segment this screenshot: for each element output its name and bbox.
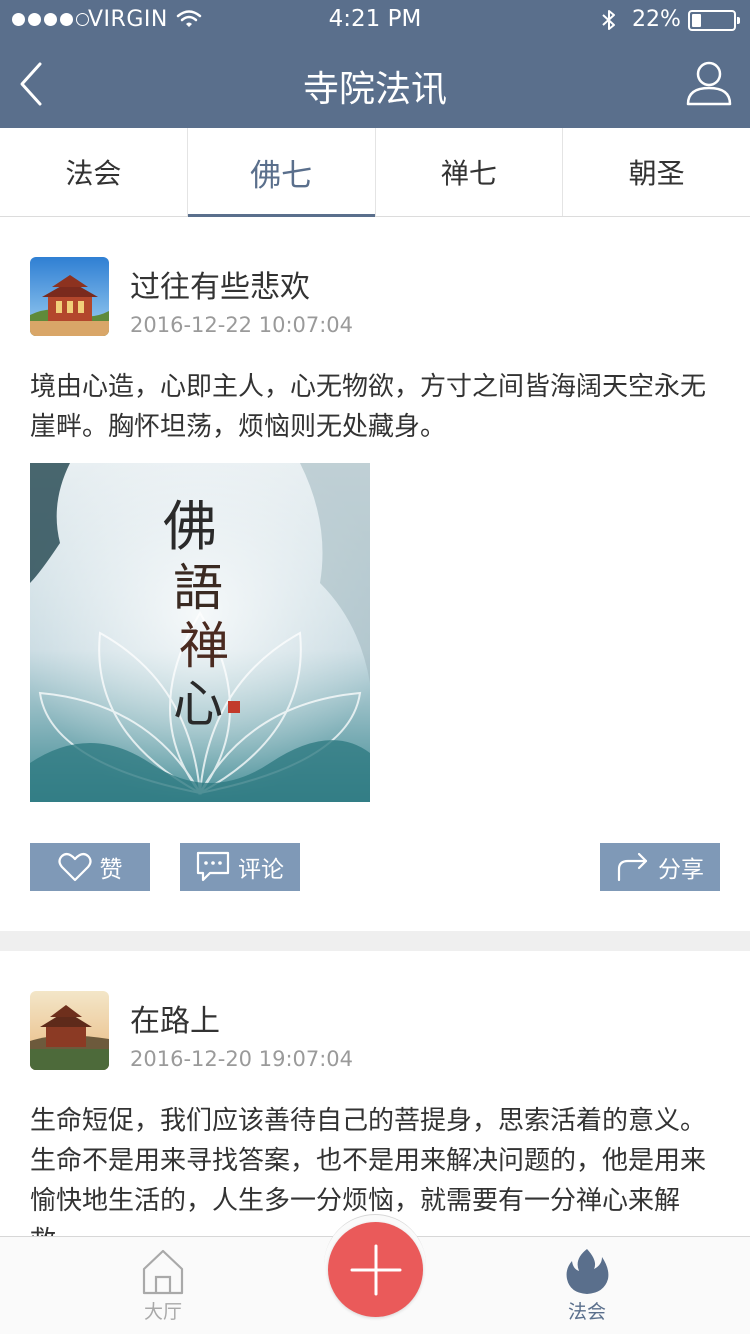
share-label: 分享	[658, 857, 704, 883]
tab-chaosheng[interactable]: 朝圣	[563, 128, 750, 216]
flame-icon	[566, 1249, 609, 1294]
comment-icon	[196, 851, 230, 882]
share-icon	[617, 852, 648, 882]
image-calligraphy-char: 佛	[163, 495, 217, 558]
user-profile-button[interactable]	[684, 58, 734, 108]
category-tabs: 法会 佛七 禅七 朝圣	[0, 128, 750, 217]
avatar[interactable]	[30, 257, 109, 336]
post-timestamp: 2016-12-20 19:07:04	[130, 1047, 354, 1071]
post-body: 境由心造，心即主人，心无物欲，方寸之间皆海阔天空永无崖畔。胸怀坦荡，烦恼则无处藏…	[30, 372, 707, 442]
status-bar: VIRGIN 4:21 PM 22%	[0, 0, 750, 40]
avatar[interactable]	[30, 991, 109, 1070]
like-label: 赞	[99, 857, 123, 883]
post-feed[interactable]: 过往有些悲欢 2016-12-22 10:07:04 境由心造，心即主人，心无物…	[0, 217, 750, 1236]
bluetooth-icon	[600, 8, 618, 38]
image-calligraphy-char: 禅	[179, 617, 229, 675]
heart-icon	[57, 852, 92, 882]
post-divider	[0, 931, 750, 951]
tab-hall[interactable]: 大厅	[123, 1247, 203, 1324]
tab-chanqi[interactable]: 禅七	[376, 128, 564, 216]
add-post-button[interactable]	[328, 1222, 423, 1317]
post-image[interactable]: 佛 語 禅 心	[30, 463, 370, 802]
battery-percent: 22%	[632, 7, 681, 32]
like-button[interactable]: 赞	[30, 843, 150, 891]
plus-icon	[350, 1244, 401, 1295]
page-title: 寺院法讯	[302, 69, 447, 110]
tab-fahui-label: 法会	[567, 1301, 606, 1323]
post-timestamp: 2016-12-22 10:07:04	[130, 313, 354, 337]
comment-label: 评论	[238, 857, 284, 883]
comment-button[interactable]: 评论	[180, 843, 300, 891]
battery-icon	[688, 10, 740, 31]
tab-fahui-bottom[interactable]: 法会	[547, 1247, 627, 1324]
image-calligraphy-char: 心	[173, 675, 223, 733]
tab-fahui[interactable]: 法会	[0, 128, 188, 216]
post-actions: 赞 评论 分享	[30, 843, 720, 891]
post-title: 在路上	[130, 1004, 220, 1039]
image-calligraphy-char: 語	[173, 559, 223, 617]
share-button[interactable]: 分享	[600, 843, 720, 891]
home-icon	[142, 1249, 184, 1295]
post-card: 过往有些悲欢 2016-12-22 10:07:04 境由心造，心即主人，心无物…	[0, 217, 750, 931]
post-title: 过往有些悲欢	[130, 270, 310, 305]
user-icon	[686, 61, 732, 106]
tab-hall-label: 大厅	[143, 1301, 182, 1323]
post-card: 在路上 2016-12-20 19:07:04 生命短促，我们应该善待自己的菩提…	[0, 951, 750, 1236]
tab-foqi[interactable]: 佛七	[187, 128, 376, 217]
top-bar: VIRGIN 4:21 PM 22% 寺院法讯	[0, 0, 750, 128]
